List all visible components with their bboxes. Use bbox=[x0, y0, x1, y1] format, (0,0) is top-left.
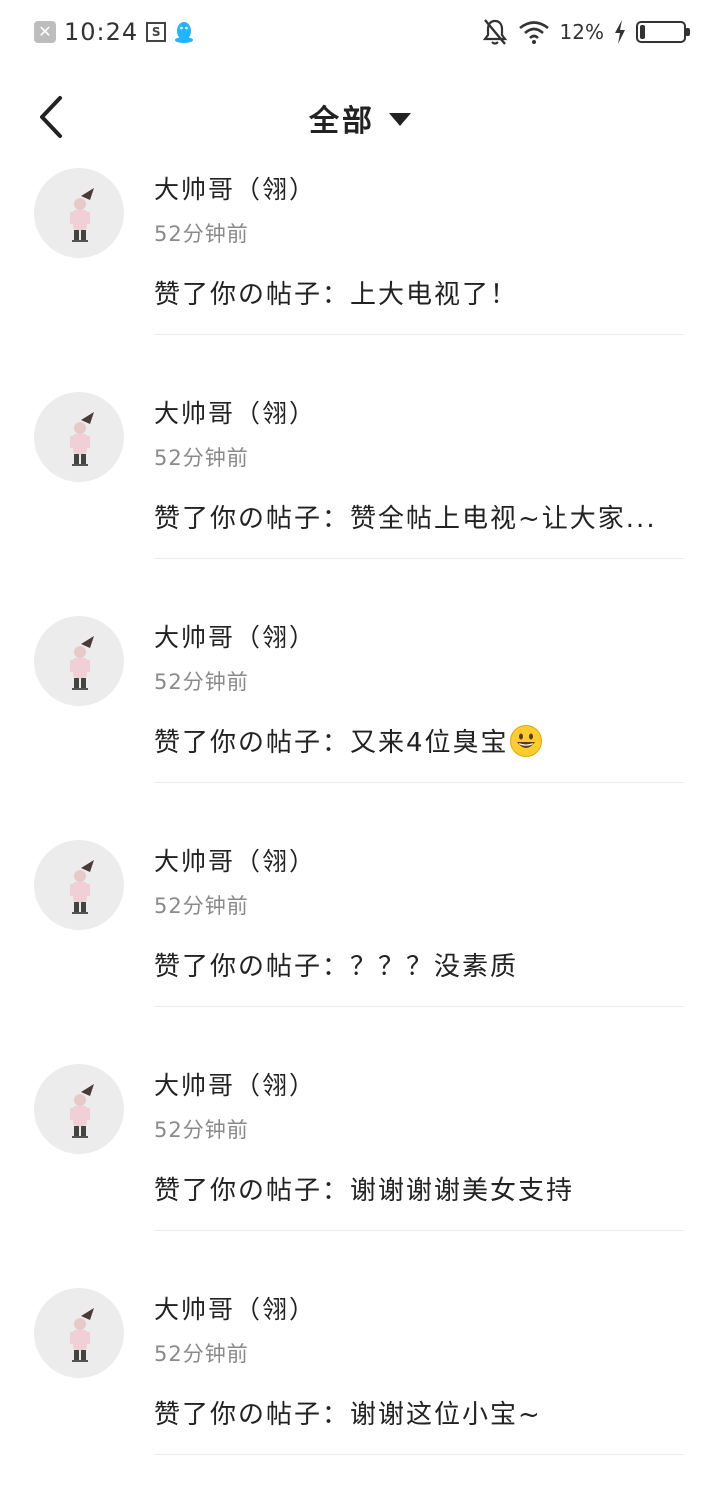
avatar-figure bbox=[70, 860, 94, 914]
notification-item[interactable]: 大帅哥（翎） 52分钟前 赞了你の帖子：上大电视了！ bbox=[0, 156, 720, 380]
item-username[interactable]: 大帅哥（翎） bbox=[154, 842, 316, 878]
item-username[interactable]: 大帅哥（翎） bbox=[154, 394, 316, 430]
battery-icon bbox=[636, 21, 690, 43]
notification-list: 大帅哥（翎） 52分钟前 赞了你の帖子：上大电视了！ 大帅哥（翎） 52分钟前 … bbox=[0, 156, 720, 1500]
avatar[interactable] bbox=[34, 840, 124, 930]
item-time: 52分钟前 bbox=[154, 222, 249, 246]
status-bar: ✕ 10:24 S 12% bbox=[0, 0, 720, 64]
status-time: 10:24 bbox=[64, 18, 139, 46]
item-time: 52分钟前 bbox=[154, 1342, 249, 1366]
item-content-text: 赞了你の帖子：？？？没素质 bbox=[154, 952, 519, 982]
item-content[interactable]: 赞了你の帖子：谢谢谢谢美女支持 bbox=[154, 1170, 684, 1207]
avatar[interactable] bbox=[34, 1064, 124, 1154]
avatar[interactable] bbox=[34, 616, 124, 706]
item-content[interactable]: 赞了你の帖子：谢谢这位小宝~ bbox=[154, 1394, 684, 1431]
page-title: 全部 bbox=[309, 104, 375, 139]
wifi-icon bbox=[518, 21, 549, 44]
battery-percent: 12% bbox=[559, 20, 604, 44]
avatar-figure bbox=[70, 188, 94, 242]
avatar[interactable] bbox=[34, 168, 124, 258]
item-content-text: 赞了你の帖子：谢谢这位小宝~ bbox=[154, 1400, 542, 1430]
item-time: 52分钟前 bbox=[154, 1118, 249, 1142]
notification-item[interactable]: 大帅哥（翎） 52分钟前 赞了你の帖子：赞全帖上电视~让大家... bbox=[0, 380, 720, 604]
filter-dropdown[interactable]: 全部 bbox=[0, 96, 720, 140]
item-username[interactable]: 大帅哥（翎） bbox=[154, 1066, 316, 1102]
item-content-text: 赞了你の帖子：又来4位臭宝 bbox=[154, 728, 509, 758]
item-content[interactable]: 赞了你の帖子：赞全帖上电视~让大家... bbox=[154, 498, 684, 535]
item-time: 52分钟前 bbox=[154, 446, 249, 470]
lightning-icon bbox=[615, 20, 625, 44]
notification-item[interactable]: 大帅哥（翎） 52分钟前 赞了你の帖子：？？？没素质 bbox=[0, 828, 720, 1052]
item-time: 52分钟前 bbox=[154, 670, 249, 694]
notification-item[interactable]: 大帅哥（翎） 52分钟前 赞了你の帖子：又来4位臭宝 bbox=[0, 604, 720, 828]
avatar-figure bbox=[70, 412, 94, 466]
triangle-down-icon bbox=[389, 112, 411, 126]
notification-item[interactable]: 大帅哥（翎） 52分钟前 赞了你の帖子：谢谢这位小宝~ bbox=[0, 1276, 720, 1500]
avatar-figure bbox=[70, 1308, 94, 1362]
item-time: 52分钟前 bbox=[154, 894, 249, 918]
close-box-icon: ✕ bbox=[34, 21, 56, 43]
item-content-text: 赞了你の帖子：上大电视了！ bbox=[154, 280, 519, 310]
avatar-figure bbox=[70, 636, 94, 690]
divider bbox=[154, 1006, 684, 1007]
item-content[interactable]: 赞了你の帖子：？？？没素质 bbox=[154, 946, 684, 983]
grinning-face-emoji-icon bbox=[509, 724, 542, 757]
item-content-text: 赞了你の帖子：谢谢谢谢美女支持 bbox=[154, 1176, 575, 1206]
item-content-text: 赞了你の帖子：赞全帖上电视~让大家... bbox=[154, 504, 657, 534]
divider bbox=[154, 1454, 684, 1455]
item-username[interactable]: 大帅哥（翎） bbox=[154, 170, 316, 206]
avatar[interactable] bbox=[34, 1288, 124, 1378]
item-content[interactable]: 赞了你の帖子：又来4位臭宝 bbox=[154, 722, 684, 759]
divider bbox=[154, 558, 684, 559]
qq-penguin-icon bbox=[175, 22, 194, 43]
sim-icon: S bbox=[146, 22, 167, 42]
notification-item[interactable]: 大帅哥（翎） 52分钟前 赞了你の帖子：谢谢谢谢美女支持 bbox=[0, 1052, 720, 1276]
bell-off-icon bbox=[482, 19, 507, 45]
avatar[interactable] bbox=[34, 392, 124, 482]
divider bbox=[154, 1230, 684, 1231]
item-username[interactable]: 大帅哥（翎） bbox=[154, 1290, 316, 1326]
avatar-figure bbox=[70, 1084, 94, 1138]
item-username[interactable]: 大帅哥（翎） bbox=[154, 618, 316, 654]
divider bbox=[154, 782, 684, 783]
item-content[interactable]: 赞了你の帖子：上大电视了！ bbox=[154, 274, 684, 311]
divider bbox=[154, 334, 684, 335]
header: 全部 bbox=[0, 80, 720, 156]
battery-level bbox=[640, 25, 645, 39]
